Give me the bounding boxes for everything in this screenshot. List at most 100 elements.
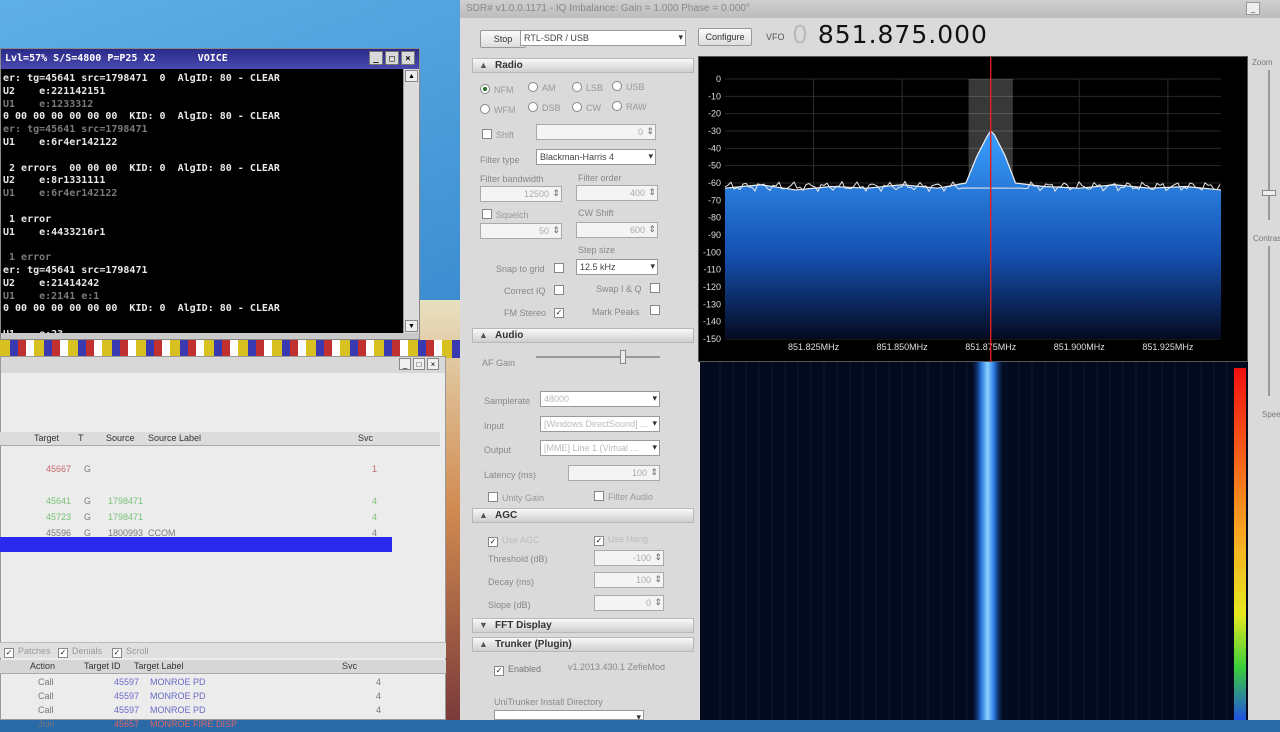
scroll-up-icon[interactable]: ▲ [405,70,418,82]
mode-nfm-radio[interactable]: NFM [480,84,514,95]
mode-usb-radio[interactable]: USB [612,81,645,92]
filter-audio-checkbox[interactable]: Filter Audio [594,491,653,502]
filter-bandwidth-input[interactable]: 12500 [480,186,562,202]
swap-iq-checkbox[interactable] [650,283,664,294]
call-filter-bar: Patches Denials Scroll [0,642,446,658]
mode-raw-radio[interactable]: RAW [612,101,647,112]
cell-svc: 4 [376,677,382,687]
column-header[interactable]: Svc [342,661,357,671]
table-row[interactable]: Call 45597 MONROE PD 4 [0,690,446,704]
decay-input[interactable]: 100 [594,572,664,588]
console-window[interactable]: Lvl=57% S/S=4800 P=P25 X2 VOICE _ □ × er… [0,48,420,340]
shift-input[interactable]: 0 [536,124,656,140]
shift-checkbox[interactable]: Shift [482,129,514,140]
vfo-frequency[interactable]: 0 851.875.000 [792,20,988,49]
column-header[interactable]: Target [34,433,59,443]
output-select[interactable]: [MME] Line 1 (Virtual ... [540,440,660,456]
unity-gain-checkbox[interactable]: Unity Gain [488,492,544,503]
console-line: U2 e:221142151 [3,85,106,97]
unitrunker-dir-input[interactable] [494,710,644,720]
correct-iq-checkbox[interactable] [554,285,568,296]
console-line: er: tg=45641 src=1798471 [3,264,148,276]
samplerate-select[interactable]: 48000 [540,391,660,407]
input-select[interactable]: [Windows DirectSound] ... [540,416,660,432]
patches-checkbox[interactable]: Patches [4,646,51,658]
cell-label: MONROE PD [150,691,206,701]
latency-input[interactable]: 100 [568,465,660,481]
scroll-down-icon[interactable]: ▼ [405,320,418,332]
use-agc-checkbox[interactable]: Use AGC [488,535,540,547]
table-row[interactable] [0,478,440,494]
column-header[interactable]: Source Label [148,433,201,443]
column-header[interactable]: T [78,433,84,443]
configure-button[interactable]: Configure [698,28,752,46]
fm-stereo-label: FM Stereo [504,308,547,318]
column-header[interactable]: Svc [358,433,373,443]
table-row[interactable]: 45723 G 1798471 4 [0,510,440,526]
console-titlebar[interactable]: Lvl=57% S/S=4800 P=P25 X2 VOICE _ □ × [1,49,419,69]
console-line: U2 e:21414242 [3,277,100,289]
close-icon[interactable]: × [427,358,439,370]
filter-order-input[interactable]: 400 [576,185,658,201]
denials-checkbox[interactable]: Denials [58,646,102,658]
mode-am-radio[interactable]: AM [528,82,556,93]
table-row[interactable]: Join 45657 MONROE FIRE DISP [0,718,446,732]
cw-shift-input[interactable]: 600 [576,222,658,238]
mode-wfm-radio[interactable]: WFM [480,104,516,115]
unitrunker-dir-label: UniTrunker Install Directory [494,697,603,707]
step-size-select[interactable]: 12.5 kHz [576,259,658,275]
device-select[interactable]: RTL-SDR / USB [520,30,686,46]
maximize-icon[interactable]: □ [413,358,425,370]
minimize-icon[interactable]: _ [1246,2,1260,15]
squelch-checkbox[interactable]: Squelch [482,209,529,220]
mark-peaks-checkbox[interactable] [650,305,664,316]
fft-panel-header[interactable]: ▼ FFT Display [472,618,694,633]
radio-panel-header[interactable]: ▲ Radio [472,58,694,73]
minimize-icon[interactable]: _ [369,51,383,65]
af-gain-knob[interactable] [619,350,626,364]
column-header[interactable]: Source [106,433,135,443]
snap-to-grid-checkbox[interactable] [554,263,568,274]
column-header[interactable]: Action [30,661,55,671]
table-row[interactable]: 45641 G 1798471 4 [0,494,440,510]
fm-stereo-checkbox[interactable] [554,306,568,318]
mode-dsb-radio[interactable]: DSB [528,102,561,113]
sdr-title: SDR# v1.0.0.1171 - IQ Imbalance: Gain = … [466,3,750,14]
audio-panel-title: Audio [495,330,524,341]
trunker-enabled-checkbox[interactable]: Enabled [494,664,541,676]
y-tick-label: 0 [716,74,721,84]
slope-input[interactable]: 0 [594,595,664,611]
af-gain-slider[interactable] [536,350,660,364]
unitrunker-titlebar[interactable]: _ □ × [1,357,445,373]
squelch-input[interactable]: 50 [480,223,562,239]
close-icon[interactable]: × [401,51,415,65]
table-row[interactable]: Call 45597 MONROE PD 4 [0,676,446,690]
cell-action: Call [38,705,54,715]
console-scrollbar[interactable]: ▲ ▼ [403,69,419,333]
trunker-panel-header[interactable]: ▲ Trunker (Plugin) [472,637,694,652]
spectrum-analyzer[interactable]: 0 -10 -20 -30 -40 -50 -60 -70 -80 -90 -100 -110 -120… [698,56,1249,363]
mode-cw-radio[interactable]: CW [572,102,601,113]
column-header[interactable]: Target ID [84,661,121,671]
column-header[interactable]: Target Label [134,661,184,671]
filter-type-select[interactable]: Blackman-Harris 4 [536,149,656,165]
contrast-slider[interactable] [1268,246,1270,396]
zoom-slider[interactable] [1268,70,1270,220]
selected-row-highlight[interactable] [0,537,392,552]
use-hang-checkbox[interactable]: Use Hang [594,534,648,546]
table-row[interactable]: 45667 G 1 [0,462,440,478]
threshold-input[interactable]: -100 [594,550,664,566]
maximize-icon[interactable]: □ [385,51,399,65]
minimize-icon[interactable]: _ [399,358,411,370]
sdr-titlebar[interactable]: SDR# v1.0.0.1171 - IQ Imbalance: Gain = … [460,0,1280,18]
waterfall-display[interactable] [700,362,1248,720]
cell-id: 45657 [114,719,140,729]
scroll-checkbox[interactable]: Scroll [112,646,149,658]
table-row[interactable]: Call 45597 MONROE PD 4 [0,704,446,718]
agc-panel-header[interactable]: ▲ AGC [472,508,694,523]
spectrum-chart[interactable]: 0 -10 -20 -30 -40 -50 -60 -70 -80 -90 -100 -110 -120… [699,57,1249,363]
zoom-knob[interactable] [1262,190,1276,196]
trunker-panel-title: Trunker (Plugin) [495,639,572,650]
audio-panel-header[interactable]: ▲ Audio [472,328,694,343]
mode-lsb-radio[interactable]: LSB [572,82,603,93]
